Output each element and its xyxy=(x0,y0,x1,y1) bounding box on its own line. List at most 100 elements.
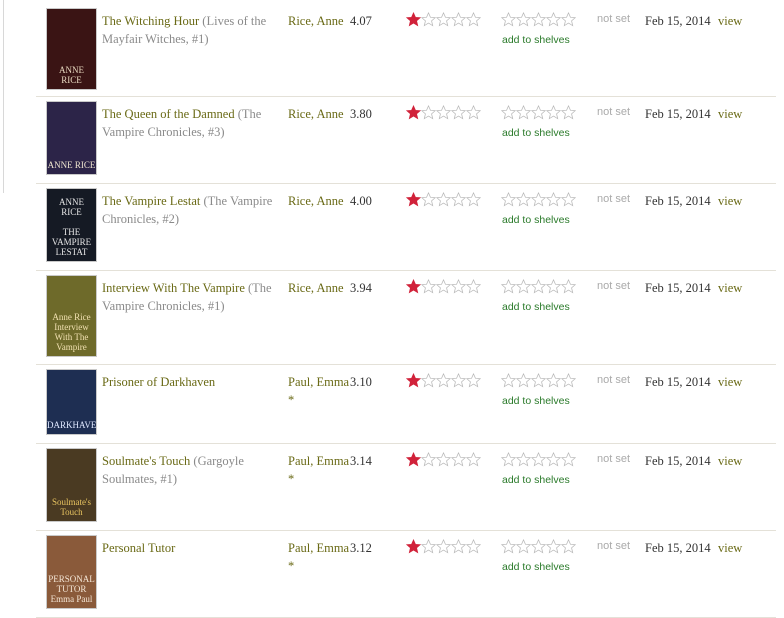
add-to-shelves-link[interactable]: add to shelves xyxy=(502,474,570,486)
add-to-shelves-link[interactable]: add to shelves xyxy=(502,34,570,46)
rate-star-icon[interactable] xyxy=(516,539,531,554)
date-added: Feb 15, 2014 xyxy=(645,107,711,121)
add-to-shelves-link[interactable]: add to shelves xyxy=(502,395,570,407)
rate-star-icon[interactable] xyxy=(501,192,516,207)
book-cover[interactable]: Anne Rice Interview With The Vampire xyxy=(46,275,97,357)
rate-star-icon[interactable] xyxy=(561,12,576,27)
rate-star-icon[interactable] xyxy=(546,105,561,120)
rate-star-icon[interactable] xyxy=(531,192,546,207)
my-rating-stars[interactable] xyxy=(501,279,576,295)
rate-star-icon[interactable] xyxy=(561,192,576,207)
add-to-shelves-link[interactable]: add to shelves xyxy=(502,127,570,139)
book-cover[interactable]: ANNE RICE xyxy=(46,8,97,90)
star-icon xyxy=(406,539,421,554)
rate-star-icon[interactable] xyxy=(516,279,531,294)
title-cell: The Queen of the Damned (The Vampire Chr… xyxy=(102,105,282,141)
date-added: Feb 15, 2014 xyxy=(645,194,711,208)
add-to-shelves-link[interactable]: add to shelves xyxy=(502,214,570,226)
rate-star-icon[interactable] xyxy=(561,105,576,120)
view-link[interactable]: view xyxy=(718,12,742,30)
star-icon xyxy=(436,373,451,388)
rate-star-icon[interactable] xyxy=(501,539,516,554)
rate-star-icon[interactable] xyxy=(561,539,576,554)
star-icon xyxy=(451,452,466,467)
book-shelf-page: ANNE RICE The Witching Hour (Lives of the … xyxy=(0,0,784,618)
my-rating-stars[interactable] xyxy=(501,539,576,555)
book-title-link[interactable]: Personal Tutor xyxy=(102,541,175,555)
rate-star-icon[interactable] xyxy=(531,452,546,467)
rate-star-icon[interactable] xyxy=(501,279,516,294)
rate-star-icon[interactable] xyxy=(531,539,546,554)
author-link[interactable]: Rice, Anne xyxy=(288,12,350,30)
star-icon xyxy=(466,12,481,27)
star-icon xyxy=(451,373,466,388)
star-icon xyxy=(451,105,466,120)
view-link[interactable]: view xyxy=(718,279,742,297)
average-rating: 4.00 xyxy=(350,194,372,208)
my-rating-stars[interactable] xyxy=(501,373,576,389)
view-link[interactable]: view xyxy=(718,105,742,123)
rate-star-icon[interactable] xyxy=(501,12,516,27)
rate-star-icon[interactable] xyxy=(516,105,531,120)
rate-star-icon[interactable] xyxy=(546,279,561,294)
average-rating-stars xyxy=(406,12,481,28)
add-to-shelves-link[interactable]: add to shelves xyxy=(502,561,570,573)
author-link[interactable]: Rice, Anne xyxy=(288,192,350,210)
book-cover[interactable]: DARKHAVEN xyxy=(46,369,97,435)
view-link[interactable]: view xyxy=(718,373,742,391)
book-cover[interactable]: Soulmate's Touch xyxy=(46,448,97,522)
view-link[interactable]: view xyxy=(718,539,742,557)
rate-star-icon[interactable] xyxy=(501,105,516,120)
star-icon xyxy=(451,12,466,27)
book-title-link[interactable]: The Witching Hour xyxy=(102,14,199,28)
book-cover[interactable]: ANNE RICE THE VAMPIRE LESTAT xyxy=(46,188,97,262)
book-title-link[interactable]: Interview With The Vampire xyxy=(102,281,245,295)
title-cell: Prisoner of Darkhaven xyxy=(102,373,282,391)
rate-star-icon[interactable] xyxy=(531,105,546,120)
rate-star-icon[interactable] xyxy=(546,12,561,27)
author-link[interactable]: Rice, Anne xyxy=(288,279,350,297)
rate-star-icon[interactable] xyxy=(531,279,546,294)
my-rating-stars[interactable] xyxy=(501,452,576,468)
my-rating-stars[interactable] xyxy=(501,105,576,121)
star-icon xyxy=(436,279,451,294)
author-link[interactable]: Rice, Anne xyxy=(288,105,350,123)
rate-star-icon[interactable] xyxy=(561,279,576,294)
rate-star-icon[interactable] xyxy=(501,373,516,388)
view-link[interactable]: view xyxy=(718,452,742,470)
book-cover[interactable]: PERSONAL TUTOR Emma Paul xyxy=(46,535,97,609)
author-link[interactable]: Paul, Emma * xyxy=(288,539,350,575)
cover-text: Interview xyxy=(54,322,89,332)
rate-star-icon[interactable] xyxy=(561,373,576,388)
star-icon xyxy=(406,12,421,27)
book-title-link[interactable]: The Vampire Lestat xyxy=(102,194,200,208)
book-title-link[interactable]: The Queen of the Damned xyxy=(102,107,235,121)
rate-star-icon[interactable] xyxy=(546,539,561,554)
book-title-link[interactable]: Soulmate's Touch xyxy=(102,454,190,468)
rate-star-icon[interactable] xyxy=(561,452,576,467)
date-added: Feb 15, 2014 xyxy=(645,375,711,389)
title-cell: Interview With The Vampire (The Vampire … xyxy=(102,279,282,315)
rate-star-icon[interactable] xyxy=(516,192,531,207)
rate-star-icon[interactable] xyxy=(531,12,546,27)
book-cover[interactable]: ANNE RICE xyxy=(46,101,97,175)
date-read-not-set: not set xyxy=(597,193,631,205)
rate-star-icon[interactable] xyxy=(501,452,516,467)
star-icon xyxy=(406,279,421,294)
author-link[interactable]: Paul, Emma * xyxy=(288,452,350,488)
my-rating-stars[interactable] xyxy=(501,12,576,28)
view-link[interactable]: view xyxy=(718,192,742,210)
rate-star-icon[interactable] xyxy=(546,452,561,467)
book-title-link[interactable]: Prisoner of Darkhaven xyxy=(102,375,215,389)
rate-star-icon[interactable] xyxy=(546,373,561,388)
date-read-not-set: not set xyxy=(597,280,631,292)
rate-star-icon[interactable] xyxy=(516,373,531,388)
rate-star-icon[interactable] xyxy=(516,452,531,467)
rate-star-icon[interactable] xyxy=(531,373,546,388)
rate-star-icon[interactable] xyxy=(546,192,561,207)
my-rating-stars[interactable] xyxy=(501,192,576,208)
add-to-shelves-link[interactable]: add to shelves xyxy=(502,301,570,313)
rate-star-icon[interactable] xyxy=(516,12,531,27)
table-row: PERSONAL TUTOR Emma Paul Personal Tutor Paul… xyxy=(36,531,776,618)
author-link[interactable]: Paul, Emma * xyxy=(288,373,350,409)
